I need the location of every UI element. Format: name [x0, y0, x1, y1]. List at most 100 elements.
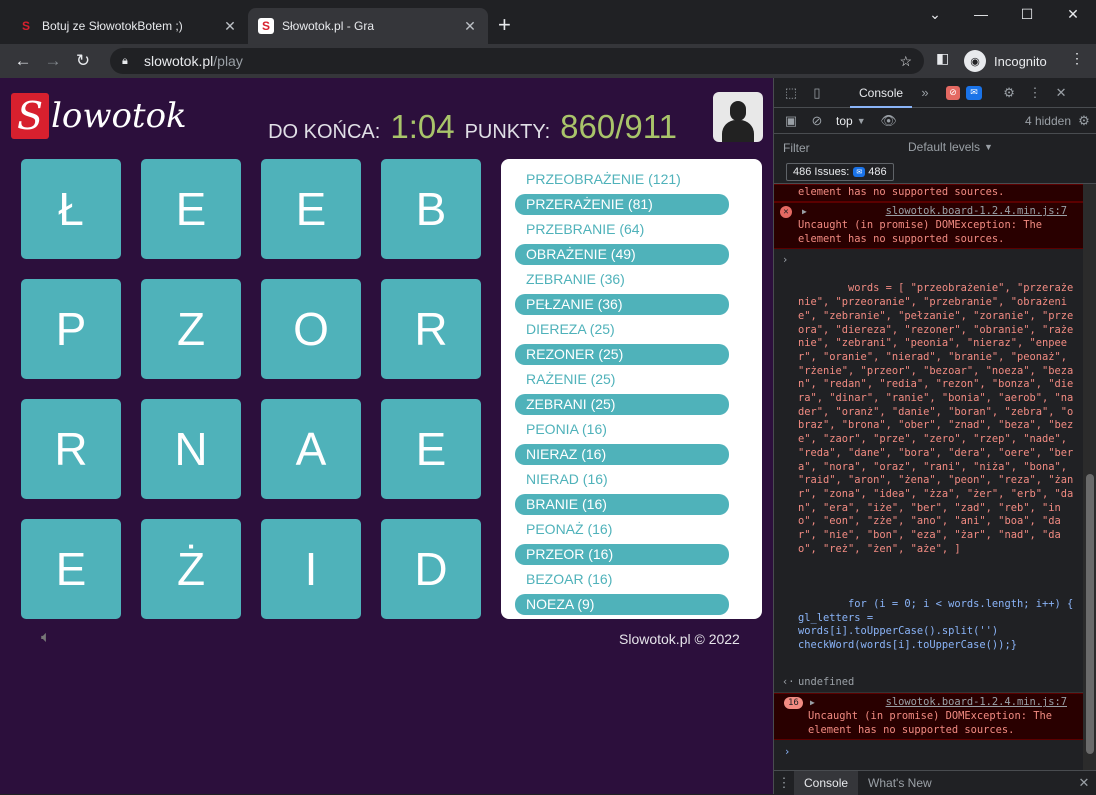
speaker-icon[interactable]: 🔈︎	[41, 629, 51, 647]
drawer-tab-console[interactable]: Console	[794, 770, 859, 795]
console-prompt[interactable]: ›	[774, 740, 1083, 758]
letter-tile[interactable]: E	[261, 159, 361, 259]
log-levels-dropdown[interactable]: Default levels	[908, 140, 980, 154]
letter-tile[interactable]: Ł	[21, 159, 121, 259]
letter-tile[interactable]: O	[261, 279, 361, 379]
points-label: PUNKTY:	[464, 121, 551, 143]
minimize-icon[interactable]: —	[958, 6, 1004, 22]
letter-tile[interactable]: Z	[141, 279, 241, 379]
expand-arrow-icon[interactable]: ▶	[802, 205, 807, 219]
incognito-indicator[interactable]: ◉ Incognito	[964, 48, 1047, 74]
letter-tile[interactable]: E	[21, 519, 121, 619]
devtools-menu-icon[interactable]: ⋮	[1022, 85, 1048, 101]
messages-badge-icon[interactable]: ✉	[966, 85, 983, 100]
letter-tile[interactable]: R	[21, 399, 121, 499]
console-scroll-thumb[interactable]	[1086, 474, 1094, 754]
hidden-count: 4 hidden	[1024, 113, 1071, 128]
found-word-item: REZONER (25)	[515, 344, 729, 365]
word-item: PEONAŻ (16)	[526, 521, 613, 537]
bookmark-star-icon[interactable]: ☆	[899, 53, 912, 70]
console-filter-input[interactable]: Filter	[774, 137, 894, 157]
console-error-partial: element has no supported sources.	[774, 184, 1083, 202]
logo-text: lowotok	[51, 96, 187, 136]
letter-tile[interactable]: B	[381, 159, 481, 259]
expand-arrow-icon[interactable]: ▶	[810, 696, 815, 710]
settings-gear-icon[interactable]: ⚙	[996, 85, 1022, 101]
reload-icon[interactable]: ↻	[68, 51, 98, 71]
drawer-tab-whats-new[interactable]: What's New	[858, 771, 942, 795]
result-arrow-icon: ‹·	[782, 676, 795, 689]
close-tab-icon[interactable]: ✕	[462, 18, 478, 35]
console-scrollbar[interactable]	[1083, 184, 1096, 770]
tab-botuj[interactable]: S Botuj ze SłowotokBotem ;) ✕	[8, 8, 248, 44]
url-host: slowotok.pl	[144, 53, 214, 69]
errors-badge-icon[interactable]: ⊘	[946, 85, 961, 100]
filter-row: Filter Default levels ▼	[774, 134, 1096, 160]
found-word-item: OBRAŻENIE (49)	[515, 244, 729, 265]
clear-console-icon[interactable]: ⊘	[804, 113, 830, 129]
issues-button[interactable]: 486 Issues: ✉ 486	[786, 162, 894, 181]
drawer-menu-icon[interactable]: ⋮	[774, 775, 794, 791]
letter-tile[interactable]: P	[21, 279, 121, 379]
s-favicon-icon: S	[258, 18, 274, 34]
browser-window: S Botuj ze SłowotokBotem ;) ✕ S Słowotok…	[0, 0, 1096, 795]
game-hud: DO KOŃCA: 1:04 PUNKTY: 860/911	[268, 108, 687, 146]
sidebar-toggle-icon[interactable]: ▣	[778, 113, 804, 129]
close-devtools-icon[interactable]: ✕	[1048, 85, 1074, 101]
tab-slowotok-gra[interactable]: S Słowotok.pl - Gra ✕	[248, 8, 488, 44]
issues-label: 486 Issues:	[793, 165, 850, 178]
console-settings-gear-icon[interactable]: ⚙	[1071, 113, 1096, 129]
word-list: PRZEOBRAŻENIE (121) PRZERAŻENIE (81) PRZEB…	[515, 169, 729, 619]
issues-row: 486 Issues: ✉ 486	[774, 160, 1096, 184]
error-circle-icon: ✕	[780, 206, 792, 218]
user-avatar[interactable]	[713, 92, 763, 142]
new-tab-icon[interactable]: +	[498, 14, 511, 36]
close-drawer-icon[interactable]: ✕	[1071, 775, 1096, 791]
context-select[interactable]: top	[836, 114, 853, 128]
back-arrow-icon[interactable]: ←	[8, 51, 38, 71]
word-item: PRZEBRANIE (64)	[526, 221, 645, 237]
letter-tile[interactable]: N	[141, 399, 241, 499]
time-value: 1:04	[390, 108, 455, 145]
error-message: Uncaught (in promise) DOMException: The …	[798, 219, 1042, 245]
word-list-panel: PRZEOBRAŻENIE (121) PRZERAŻENIE (81) PRZEB…	[501, 159, 762, 619]
console-error: ✕ ▶ slowotok.board-1.2.4.min.js:7 Uncaug…	[774, 202, 1083, 249]
error-count-badge: 16	[784, 697, 803, 710]
live-expression-eye-icon[interactable]: 👁︎	[876, 113, 902, 129]
letter-tile[interactable]: R	[381, 279, 481, 379]
word-item: RAŻENIE (25)	[526, 371, 616, 387]
letter-tile[interactable]: E	[141, 159, 241, 259]
error-source-link[interactable]: slowotok.board-1.2.4.min.js:7	[798, 204, 1079, 218]
console-toolbar: ▣ ⊘ top ▼ 👁︎ 4 hidden ⚙	[774, 108, 1096, 134]
address-bar[interactable]: 🔒︎ slowotok.pl/play ☆	[110, 48, 924, 74]
letter-tile[interactable]: E	[381, 399, 481, 499]
found-word-item: NOEZA (9)	[515, 594, 729, 615]
forward-arrow-icon[interactable]: →	[38, 51, 68, 71]
menu-kebab-icon[interactable]: ⋮	[1070, 50, 1084, 67]
url-path: /play	[213, 53, 243, 69]
incognito-label: Incognito	[994, 53, 1047, 69]
error-source-link[interactable]: slowotok.board-1.2.4.min.js:7	[808, 695, 1079, 709]
found-word-item: BRANIE (16)	[515, 494, 729, 515]
found-word-item: PRZERAŻENIE (81)	[515, 194, 729, 215]
tab-search-chevron-icon[interactable]: ⌄	[912, 6, 958, 23]
maximize-icon[interactable]: ☐	[1004, 6, 1050, 23]
tab-console[interactable]: Console	[850, 78, 913, 108]
tab-title: Botuj ze SłowotokBotem ;)	[42, 19, 183, 33]
close-window-icon[interactable]: ✕	[1050, 6, 1096, 23]
result-value: undefined	[798, 676, 855, 689]
slowotok-logo[interactable]: S lowotok	[11, 93, 187, 139]
letter-tile[interactable]: D	[381, 519, 481, 619]
console-command-loop: for (i = 0; i < words.length; i++) { gl_…	[774, 570, 1083, 672]
more-tabs-icon[interactable]: »	[912, 85, 938, 100]
console-result: ‹· undefined	[774, 672, 1083, 694]
device-toolbar-icon[interactable]: ▯	[804, 85, 830, 101]
letter-tile[interactable]: I	[261, 519, 361, 619]
word-item: PEONIA (16)	[526, 421, 607, 437]
inspect-element-icon[interactable]: ⬚	[778, 85, 804, 101]
letter-tile[interactable]: A	[261, 399, 361, 499]
side-panel-icon[interactable]: ◧	[936, 50, 949, 67]
console-error-repeated: 16 ▶ slowotok.board-1.2.4.min.js:7 Uncau…	[774, 693, 1083, 741]
close-tab-icon[interactable]: ✕	[222, 18, 238, 35]
letter-tile[interactable]: Ż	[141, 519, 241, 619]
